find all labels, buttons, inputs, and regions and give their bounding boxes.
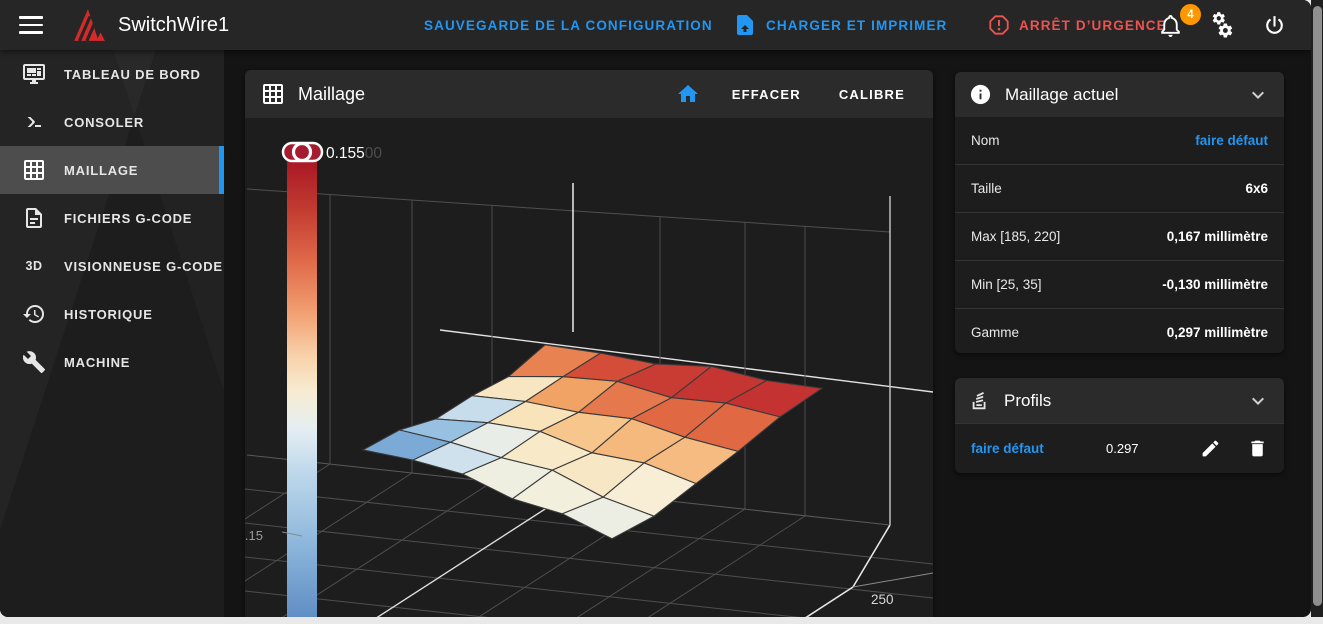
trash-icon [1251, 440, 1264, 457]
profiles-stack-icon [972, 391, 986, 409]
colorbar-slider-label: 0.15500 [326, 145, 382, 162]
current-mesh-title: Maillage actuel [1005, 84, 1119, 104]
edit-profile-button[interactable] [1200, 438, 1221, 459]
sidebar-item-dashboard[interactable]: TABLEAU DE BORD [0, 50, 224, 98]
app-window: SwitchWire1 SAUVEGARDE DE LA CONFIGURATI… [0, 0, 1311, 617]
mesh-panel: Maillage EFFACER CALIBRE .15 250 0.15500 [245, 70, 933, 617]
top-bar: SwitchWire1 SAUVEGARDE DE LA CONFIGURATI… [0, 0, 1311, 50]
mesh-panel-header: Maillage EFFACER CALIBRE [245, 70, 933, 118]
x-axis-max-label: 250 [871, 592, 894, 607]
sidebar: TABLEAU DE BORD CONSOLER MAILLAGE FICHIE… [0, 50, 224, 617]
sidebar-item-history[interactable]: HISTORIQUE [0, 290, 224, 338]
z-axis-bottom-tick: -0.15 [245, 528, 263, 543]
mesh-panel-title: Maillage [298, 83, 366, 104]
console-icon [27, 117, 41, 127]
3d-icon: 3D [25, 259, 43, 273]
current-mesh-header: Maillage actuel [955, 72, 1284, 117]
save-config-button[interactable]: SAUVEGARDE DE LA CONFIGURATION [424, 0, 713, 50]
wrench-icon [22, 351, 45, 373]
calibrate-button[interactable]: CALIBRE [827, 79, 917, 110]
profile-name-link[interactable]: faire défaut [971, 441, 1106, 456]
current-mesh-panel: Maillage actuel Nom faire défaut Taille … [955, 72, 1284, 353]
sidebar-item-label: FICHIERS G-CODE [64, 210, 193, 226]
info-icon [970, 84, 991, 105]
power-icon [1266, 15, 1283, 34]
upload-print-button[interactable]: CHARGER ET IMPRIMER [733, 0, 947, 50]
home-icon [677, 85, 698, 102]
profiles-header: Profils [955, 378, 1284, 423]
history-icon [23, 305, 44, 323]
chevron-down-icon[interactable] [1246, 389, 1270, 413]
profiles-panel: Profils faire défaut 0.297 [955, 378, 1284, 473]
scrollbar-thumb[interactable] [1312, 6, 1322, 606]
chevron-down-icon[interactable] [1246, 83, 1270, 107]
printer-name: SwitchWire1 [118, 13, 230, 36]
file-upload-icon [737, 15, 753, 35]
sidebar-item-label: HISTORIQUE [64, 306, 153, 322]
sail-logo-icon [74, 9, 105, 42]
cogs-icon [1212, 11, 1233, 37]
grid-icon [24, 160, 44, 180]
scrollbar-track[interactable] [1311, 0, 1323, 617]
sidebar-item-label: VISIONNEUSE G-CODE [64, 258, 223, 274]
mesh-info-row-name: Nom faire défaut [971, 133, 1268, 148]
colorbar [287, 160, 317, 617]
notifications-button[interactable] [1158, 0, 1183, 50]
power-button[interactable] [1262, 0, 1287, 50]
file-icon [26, 208, 42, 228]
mesh-info-row-min: Min [25, 35] -0,130 millimètre [955, 260, 1284, 308]
notification-badge: 4 [1180, 4, 1201, 25]
slider-handle[interactable] [291, 141, 313, 163]
sidebar-item-machine[interactable]: MACHINE [0, 338, 224, 386]
sidebar-item-mesh[interactable]: MAILLAGE [0, 146, 224, 194]
sidebar-item-gcode-viewer[interactable]: 3D VISIONNEUSE G-CODE [0, 242, 224, 290]
sidebar-item-label: MACHINE [64, 354, 131, 370]
alert-octagon-icon [989, 15, 1009, 35]
sidebar-item-gcode-files[interactable]: FICHIERS G-CODE [0, 194, 224, 242]
mainsail-logo [70, 0, 108, 50]
clear-mesh-button[interactable]: EFFACER [720, 79, 813, 110]
settings-button[interactable] [1208, 0, 1235, 50]
pencil-icon [1202, 440, 1219, 457]
grid-icon [263, 84, 283, 104]
heightmap-3d-plot[interactable]: -0.15 250 0.15500 [245, 118, 933, 617]
profiles-title: Profils [1004, 390, 1052, 410]
home-button[interactable] [670, 76, 706, 112]
profile-row: faire défaut 0.297 [955, 423, 1284, 473]
menu-icon[interactable] [16, 0, 46, 50]
sidebar-item-label: MAILLAGE [64, 162, 139, 178]
mesh-name-link[interactable]: faire défaut [1195, 133, 1268, 148]
sidebar-item-console[interactable]: CONSOLER [0, 98, 224, 146]
mesh-info-row-range: Gamme 0,297 millimètre [955, 308, 1284, 353]
sidebar-item-label: TABLEAU DE BORD [64, 66, 201, 82]
delete-profile-button[interactable] [1247, 438, 1268, 459]
sidebar-item-label: CONSOLER [64, 114, 145, 130]
mesh-info-row-size: Taille 6x6 [955, 164, 1284, 212]
emergency-stop-button[interactable]: ARRÊT D’URGENCE [988, 0, 1167, 50]
profile-range-value: 0.297 [1106, 441, 1139, 456]
dashboard-icon [23, 64, 45, 84]
colorbar-range-slider[interactable] [281, 141, 324, 163]
mesh-info-row-max: Max [185, 220] 0,167 millimètre [955, 212, 1284, 260]
